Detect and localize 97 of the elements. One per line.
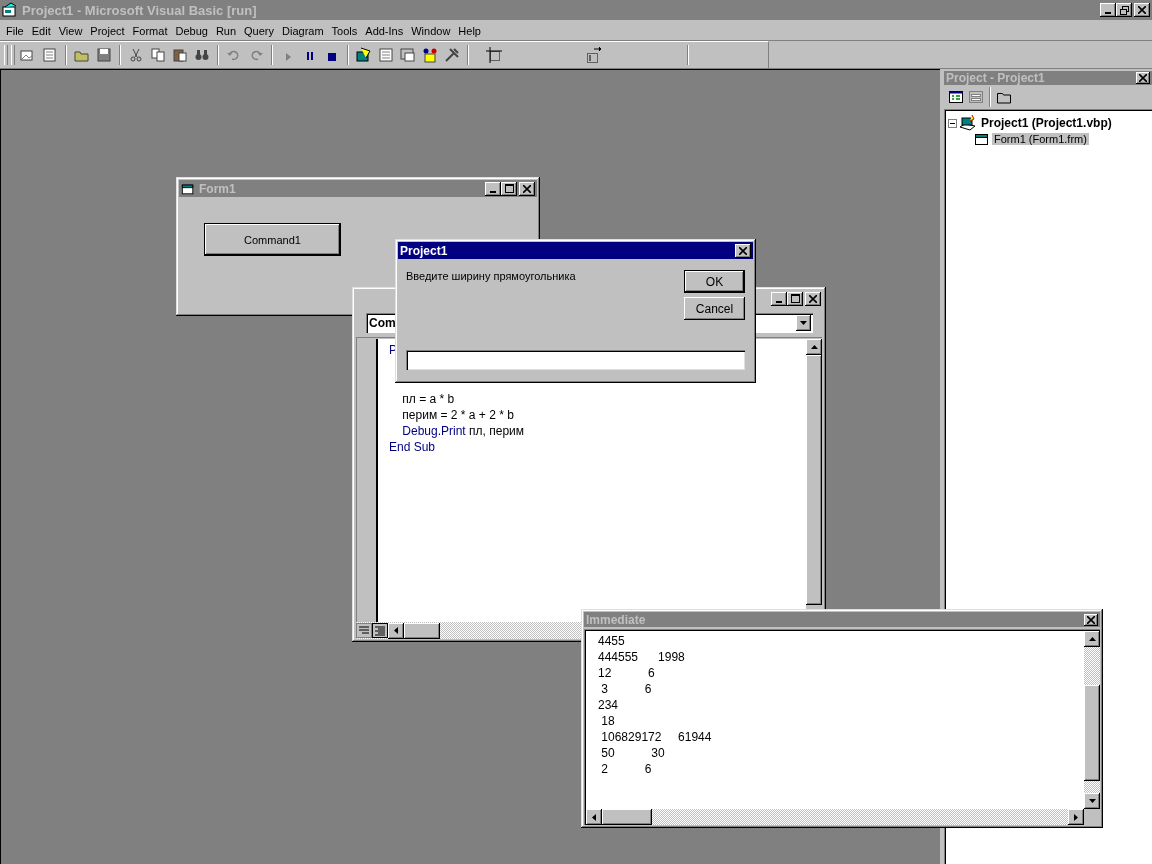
horizontal-scrollbar[interactable] (586, 809, 1084, 825)
menu-item[interactable]: Diagram (278, 25, 328, 37)
minimize-icon (490, 190, 496, 193)
procedure-view-icon[interactable] (356, 623, 372, 638)
restore-button[interactable] (1116, 3, 1132, 17)
find-icon[interactable] (194, 47, 210, 63)
form-icon (181, 181, 195, 196)
copy-icon[interactable] (150, 47, 166, 63)
paste-icon[interactable] (172, 47, 188, 63)
form-layout-icon[interactable] (400, 47, 416, 63)
project-node[interactable]: Project1 (Project1.vbp) (979, 116, 1114, 130)
cancel-button[interactable]: Cancel (684, 297, 745, 320)
maximize-icon (790, 294, 800, 303)
arrow-left-icon (592, 813, 596, 821)
code-line: перим = 2 * a + 2 * b (401, 407, 515, 423)
close-button[interactable] (519, 181, 535, 196)
menu-item[interactable]: Format (128, 25, 172, 37)
minimize-button[interactable] (771, 291, 787, 306)
output-line: 12 6 (598, 665, 656, 681)
output-line: 444555 1998 (598, 649, 686, 665)
code-line: Debug.Print пл, перим (401, 423, 526, 439)
dialog-title: Project1 (400, 243, 448, 258)
properties-icon[interactable] (378, 47, 394, 63)
object-browser-icon[interactable] (422, 47, 438, 63)
position-icon[interactable] (486, 47, 502, 63)
menu-item[interactable]: Help (454, 25, 485, 37)
output-line: 4455 (598, 633, 626, 649)
collapse-icon[interactable] (948, 118, 957, 128)
close-icon (523, 184, 531, 193)
tools-icon[interactable] (444, 47, 460, 63)
arrow-left-icon (394, 627, 398, 634)
vertical-scrollbar[interactable] (806, 339, 822, 605)
maximize-button[interactable] (501, 181, 517, 196)
full-module-view-icon[interactable] (372, 623, 388, 638)
output-line: 2 6 (600, 761, 653, 777)
project-explorer-icon[interactable] (356, 47, 372, 63)
minimize-icon (1105, 12, 1111, 14)
minimize-button[interactable] (485, 181, 501, 196)
close-icon (739, 246, 747, 255)
close-button[interactable] (1134, 3, 1150, 17)
menu-item[interactable]: Debug (171, 25, 212, 37)
menu-item[interactable]: Query (240, 25, 279, 37)
app-icon (2, 2, 18, 18)
caret-down-icon (800, 321, 807, 325)
close-button[interactable] (1136, 72, 1150, 84)
output-line: 3 6 (600, 681, 653, 697)
close-icon (809, 294, 817, 303)
output-pane[interactable]: 4455 444555 1998 12 6 3 6 234 18 106829172 61944 50 30 2 6 (586, 631, 1084, 809)
close-icon (1138, 6, 1146, 14)
minimize-icon (776, 300, 782, 303)
add-form-icon[interactable] (20, 47, 36, 63)
vertical-scrollbar[interactable] (1084, 631, 1100, 809)
code-line: пл = a * b (401, 391, 456, 407)
prompt-text: Введите ширину прямоугольника (406, 270, 577, 284)
restore-icon (1119, 5, 1129, 15)
cut-icon[interactable] (128, 47, 144, 63)
arrow-right-icon (1074, 813, 1078, 821)
close-button[interactable] (735, 243, 751, 258)
minimize-button[interactable] (1100, 3, 1116, 17)
close-icon (1139, 74, 1147, 82)
dropdown-button[interactable] (796, 315, 811, 331)
arrow-up-icon (810, 345, 818, 349)
close-icon (1087, 615, 1095, 624)
maximize-icon (504, 184, 514, 193)
form-title: Form1 (199, 181, 236, 196)
output-line: 106829172 61944 (600, 729, 713, 745)
view-code-icon[interactable] (948, 89, 964, 105)
output-line: 50 30 (600, 745, 666, 761)
save-icon[interactable] (96, 47, 112, 63)
menu-editor-icon[interactable] (42, 47, 58, 63)
menu-item[interactable]: File (2, 25, 28, 37)
project-icon (959, 115, 977, 131)
menu-item[interactable]: Add-Ins (361, 25, 408, 37)
maximize-button[interactable] (787, 291, 803, 306)
menu-item[interactable]: Edit (27, 25, 55, 37)
input-field[interactable] (406, 350, 745, 370)
output-line: 18 (600, 713, 616, 729)
horizontal-scrollbar[interactable] (388, 622, 440, 639)
command-button[interactable]: Command1 (204, 223, 341, 256)
menu-item[interactable]: View (54, 25, 87, 37)
arrow-up-icon (1088, 637, 1096, 641)
form-node[interactable]: Form1 (Form1.frm) (992, 133, 1089, 145)
output-line: 234 (598, 697, 620, 713)
view-object-icon[interactable] (968, 89, 984, 105)
menu-item[interactable]: Window (407, 25, 455, 37)
window-title: Project1 - Microsoft Visual Basic [run] (22, 2, 257, 18)
size-icon[interactable] (586, 47, 602, 63)
panel-title: Project - Project1 (946, 71, 1045, 85)
menu-item[interactable]: Project (86, 25, 129, 37)
code-line: End Sub (389, 439, 437, 455)
close-button[interactable] (1084, 613, 1098, 626)
menu-item[interactable]: Run (211, 25, 241, 37)
close-button[interactable] (805, 291, 821, 306)
arrow-down-icon (1088, 799, 1096, 803)
scroll-thumb[interactable] (602, 809, 652, 825)
menu-item[interactable]: Tools (327, 25, 362, 37)
ok-button[interactable]: OK (684, 270, 745, 293)
